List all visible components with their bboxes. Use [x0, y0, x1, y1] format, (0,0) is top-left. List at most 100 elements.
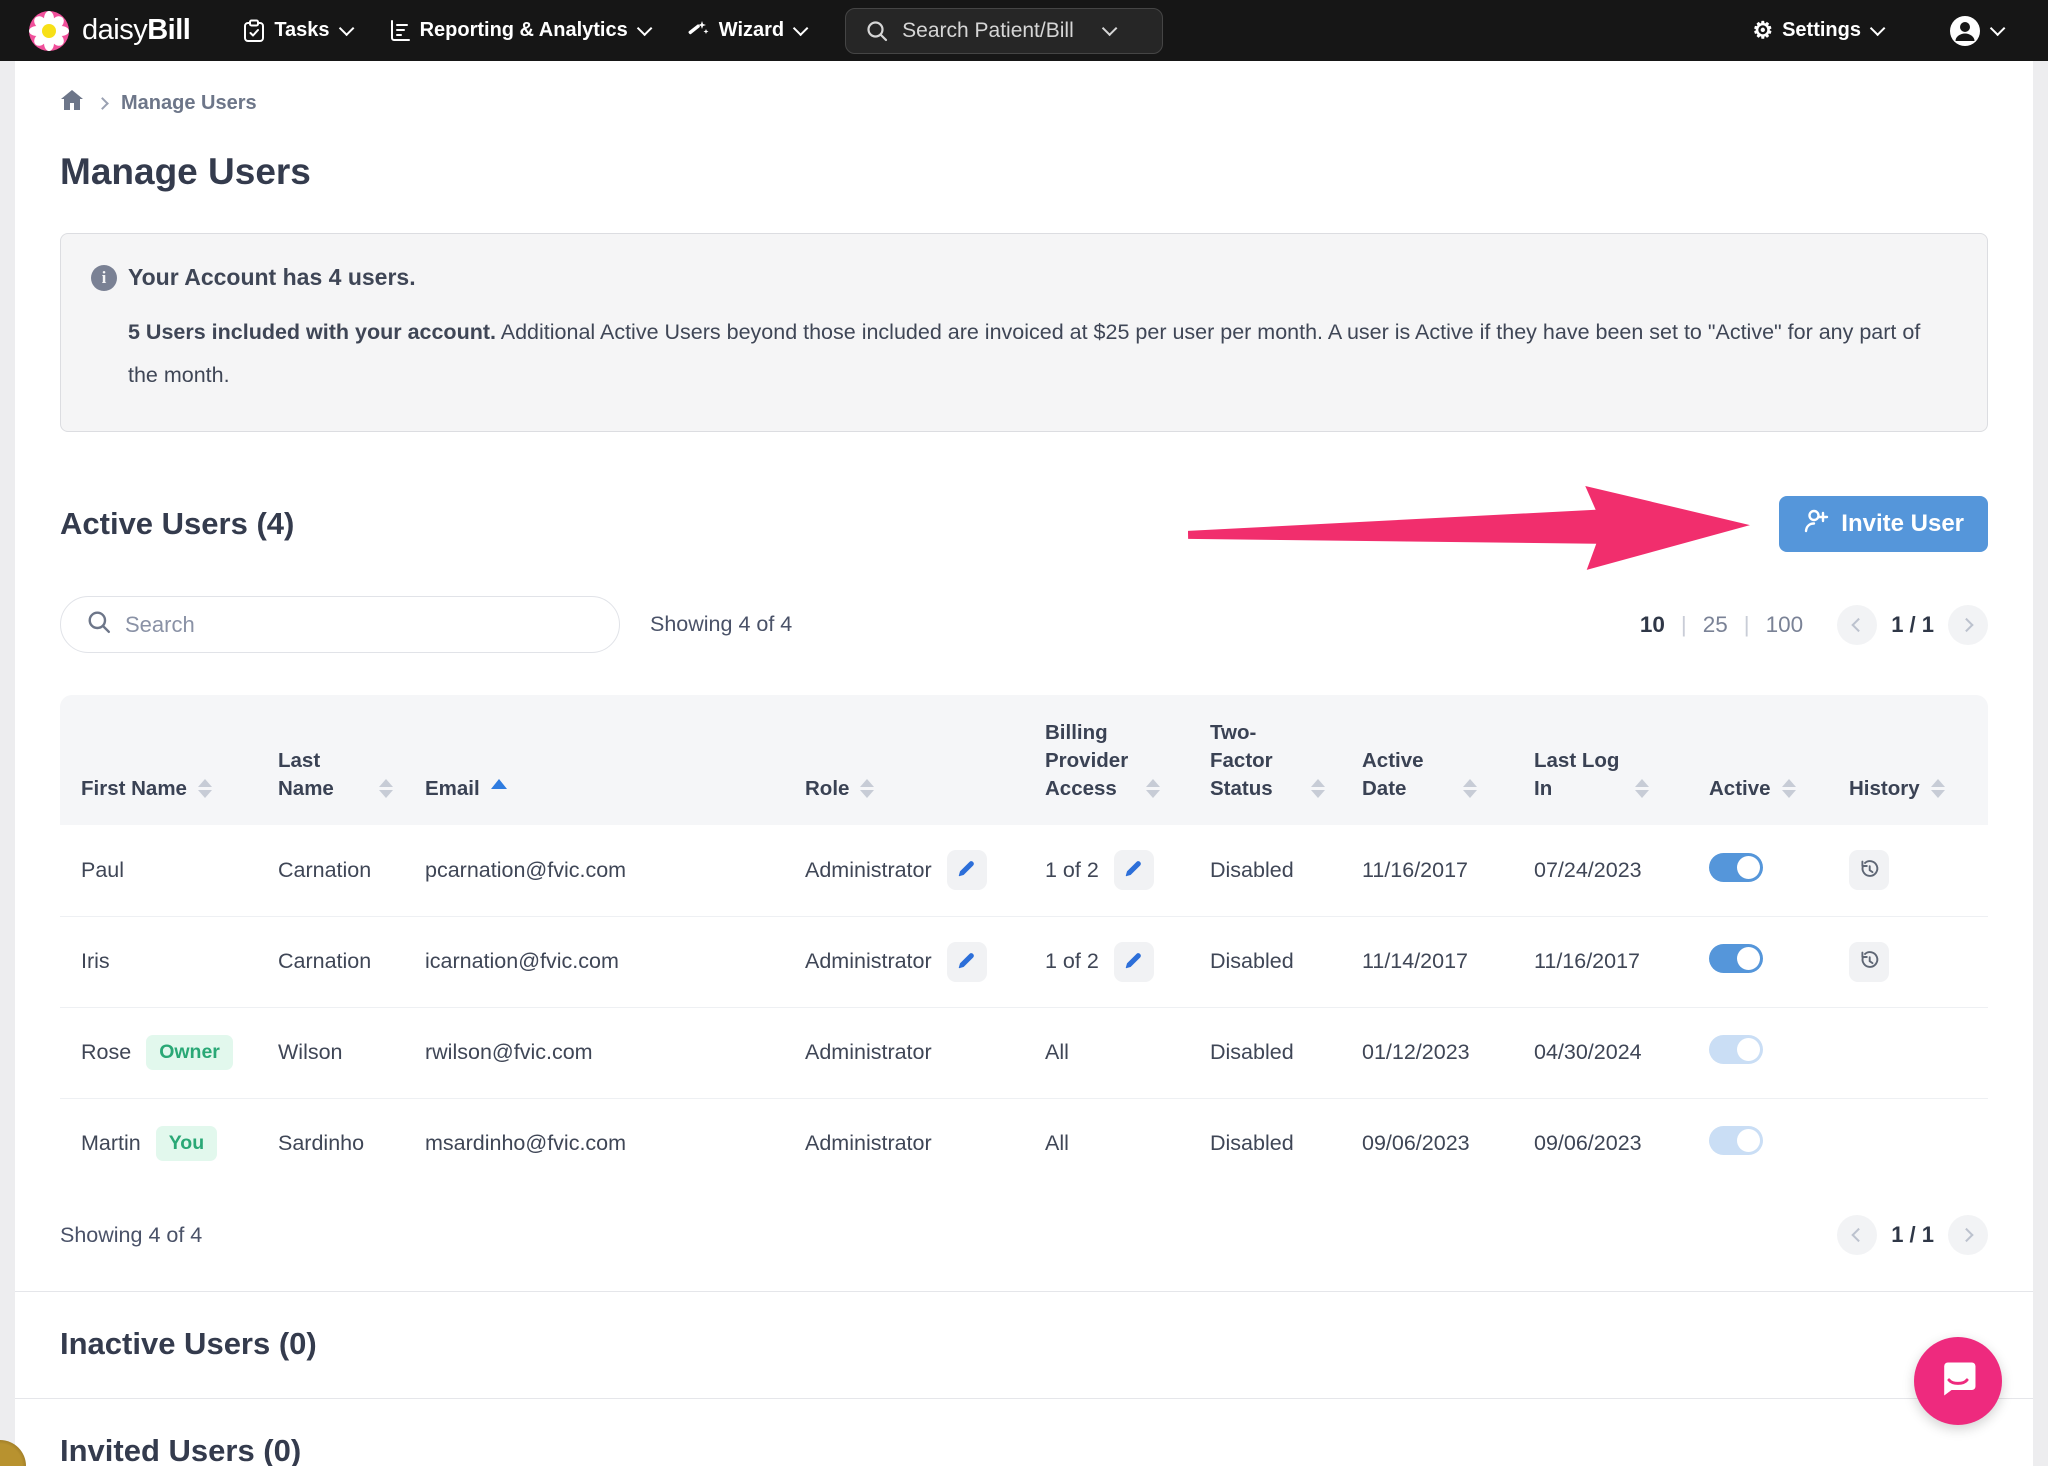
invite-user-button[interactable]: Invite User [1779, 496, 1988, 552]
chevron-down-icon [793, 21, 809, 37]
user-badge: Owner [146, 1035, 233, 1070]
clipboard-icon [243, 19, 265, 43]
column-header-two-factor-status[interactable]: Two-Factor Status [1210, 695, 1362, 825]
column-header-billing-provider-access[interactable]: Billing Provider Access [1045, 695, 1210, 825]
column-header-active-date[interactable]: Active Date [1362, 695, 1534, 825]
account-menu[interactable] [1949, 15, 2001, 47]
cell-first-name: Paul [60, 825, 278, 916]
active-toggle[interactable] [1709, 944, 1763, 973]
history-button[interactable] [1849, 850, 1889, 890]
chat-widget-button[interactable] [1914, 1337, 2002, 1425]
users-search [60, 596, 620, 653]
prev-page-button[interactable] [1837, 605, 1877, 645]
sort-icon [1931, 779, 1945, 803]
column-label: Two-Factor Status [1210, 719, 1300, 803]
page-title: Manage Users [60, 151, 1988, 193]
table-row: MartinYouSardinhomsardinho@fvic.comAdmin… [60, 1098, 1988, 1189]
nav-item-settings[interactable]: ⚙ Settings [1752, 19, 1881, 42]
active-toggle[interactable] [1709, 1035, 1763, 1064]
chevron-right-icon [1960, 617, 1974, 631]
magic-wand-icon [686, 19, 710, 43]
notice-heading: Your Account has 4 users. [128, 264, 416, 291]
cell-history [1849, 825, 1988, 916]
active-toggle[interactable] [1709, 1126, 1763, 1155]
next-page-button[interactable] [1948, 605, 1988, 645]
column-header-last-name[interactable]: Last Name [278, 695, 425, 825]
invited-users-section[interactable]: Invited Users (0) [60, 1399, 1988, 1466]
daisy-flower-icon [28, 10, 70, 52]
page-indicator: 1 / 1 [1891, 1222, 1934, 1248]
sort-icon [860, 779, 874, 803]
home-icon[interactable] [60, 89, 84, 117]
cell-two-factor-status: Disabled [1210, 916, 1362, 1007]
page-size-100[interactable]: 100 [1766, 612, 1804, 638]
column-header-first-name[interactable]: First Name [60, 695, 278, 825]
column-label: Last Log In [1534, 747, 1624, 803]
column-label: First Name [81, 775, 187, 803]
inactive-users-section[interactable]: Inactive Users (0) [60, 1292, 1988, 1398]
table-row: IrisCarnationicarnation@fvic.comAdminist… [60, 916, 1988, 1007]
annotation-arrow [1188, 484, 1758, 581]
column-header-role[interactable]: Role [805, 695, 1045, 825]
edit-billing-access-button[interactable] [1114, 850, 1154, 890]
column-label: Billing Provider Access [1045, 719, 1135, 803]
nav-item-reporting-analytics[interactable]: Reporting & Analytics [388, 19, 648, 42]
sort-icon [1311, 779, 1325, 803]
cell-active [1709, 825, 1849, 916]
table-row: RoseOwnerWilsonrwilson@fvic.comAdministr… [60, 1007, 1988, 1098]
nav-item-tasks[interactable]: Tasks [243, 19, 349, 43]
cell-email: rwilson@fvic.com [425, 1007, 805, 1098]
column-header-email[interactable]: Email [425, 695, 805, 825]
next-page-button[interactable] [1948, 1215, 1988, 1255]
cell-last-login: 07/24/2023 [1534, 825, 1709, 916]
table-header: First Name Last NameEmail Role Billing Prov… [60, 695, 1988, 825]
page-size-25[interactable]: 25 [1703, 612, 1728, 638]
sort-icon [1146, 779, 1160, 803]
cell-last-login: 09/06/2023 [1534, 1098, 1709, 1189]
prev-page-button[interactable] [1837, 1215, 1877, 1255]
cell-active [1709, 1098, 1849, 1189]
edit-role-button[interactable] [947, 850, 987, 890]
edit-billing-access-button[interactable] [1114, 942, 1154, 982]
pencil-icon [956, 858, 977, 882]
sort-icon [379, 779, 393, 803]
cell-email: msardinho@fvic.com [425, 1098, 805, 1189]
gear-icon: ⚙ [1752, 19, 1773, 42]
nav-item-wizard[interactable]: Wizard [686, 19, 804, 43]
sort-icon [1463, 779, 1477, 803]
breadcrumb-current: Manage Users [121, 92, 257, 115]
breadcrumb: Manage Users [60, 61, 1988, 117]
chevron-down-icon [1870, 21, 1886, 37]
chevron-left-icon [1852, 617, 1866, 631]
column-header-history[interactable]: History [1849, 695, 1988, 825]
cell-first-name: RoseOwner [60, 1007, 278, 1098]
cell-last-login: 04/30/2024 [1534, 1007, 1709, 1098]
cell-role: Administrator [805, 1007, 1045, 1098]
cell-billing-provider-access: 1 of 2 [1045, 916, 1210, 1007]
column-header-last-log-in[interactable]: Last Log In [1534, 695, 1709, 825]
footer-pagination: 1 / 1 [1837, 1215, 1988, 1255]
column-label: Email [425, 775, 480, 803]
cell-role: Administrator [805, 1098, 1045, 1189]
edit-role-button[interactable] [947, 942, 987, 982]
info-icon: i [91, 265, 117, 291]
invited-users-title: Invited Users (0) [60, 1433, 1988, 1466]
column-header-active[interactable]: Active [1709, 695, 1849, 825]
user-badge: You [156, 1126, 217, 1161]
history-clock-icon [1857, 857, 1881, 884]
active-toggle[interactable] [1709, 853, 1763, 882]
column-label: History [1849, 775, 1920, 803]
user-avatar-icon [1949, 15, 1981, 47]
cell-two-factor-status: Disabled [1210, 825, 1362, 916]
sort-icon [1635, 779, 1649, 803]
history-button[interactable] [1849, 942, 1889, 982]
column-label: Role [805, 775, 849, 803]
cell-active-date: 09/06/2023 [1362, 1098, 1534, 1189]
page-size-10[interactable]: 10 [1640, 612, 1665, 638]
notice-body: 5 Users included with your account. Addi… [128, 311, 1953, 397]
brand-logo[interactable]: daisyBill [28, 10, 190, 52]
pencil-icon [956, 950, 977, 974]
users-search-input[interactable] [125, 612, 593, 638]
patient-bill-search[interactable]: Search Patient/Bill [845, 8, 1163, 54]
account-users-notice: i Your Account has 4 users. 5 Users incl… [60, 233, 1988, 432]
